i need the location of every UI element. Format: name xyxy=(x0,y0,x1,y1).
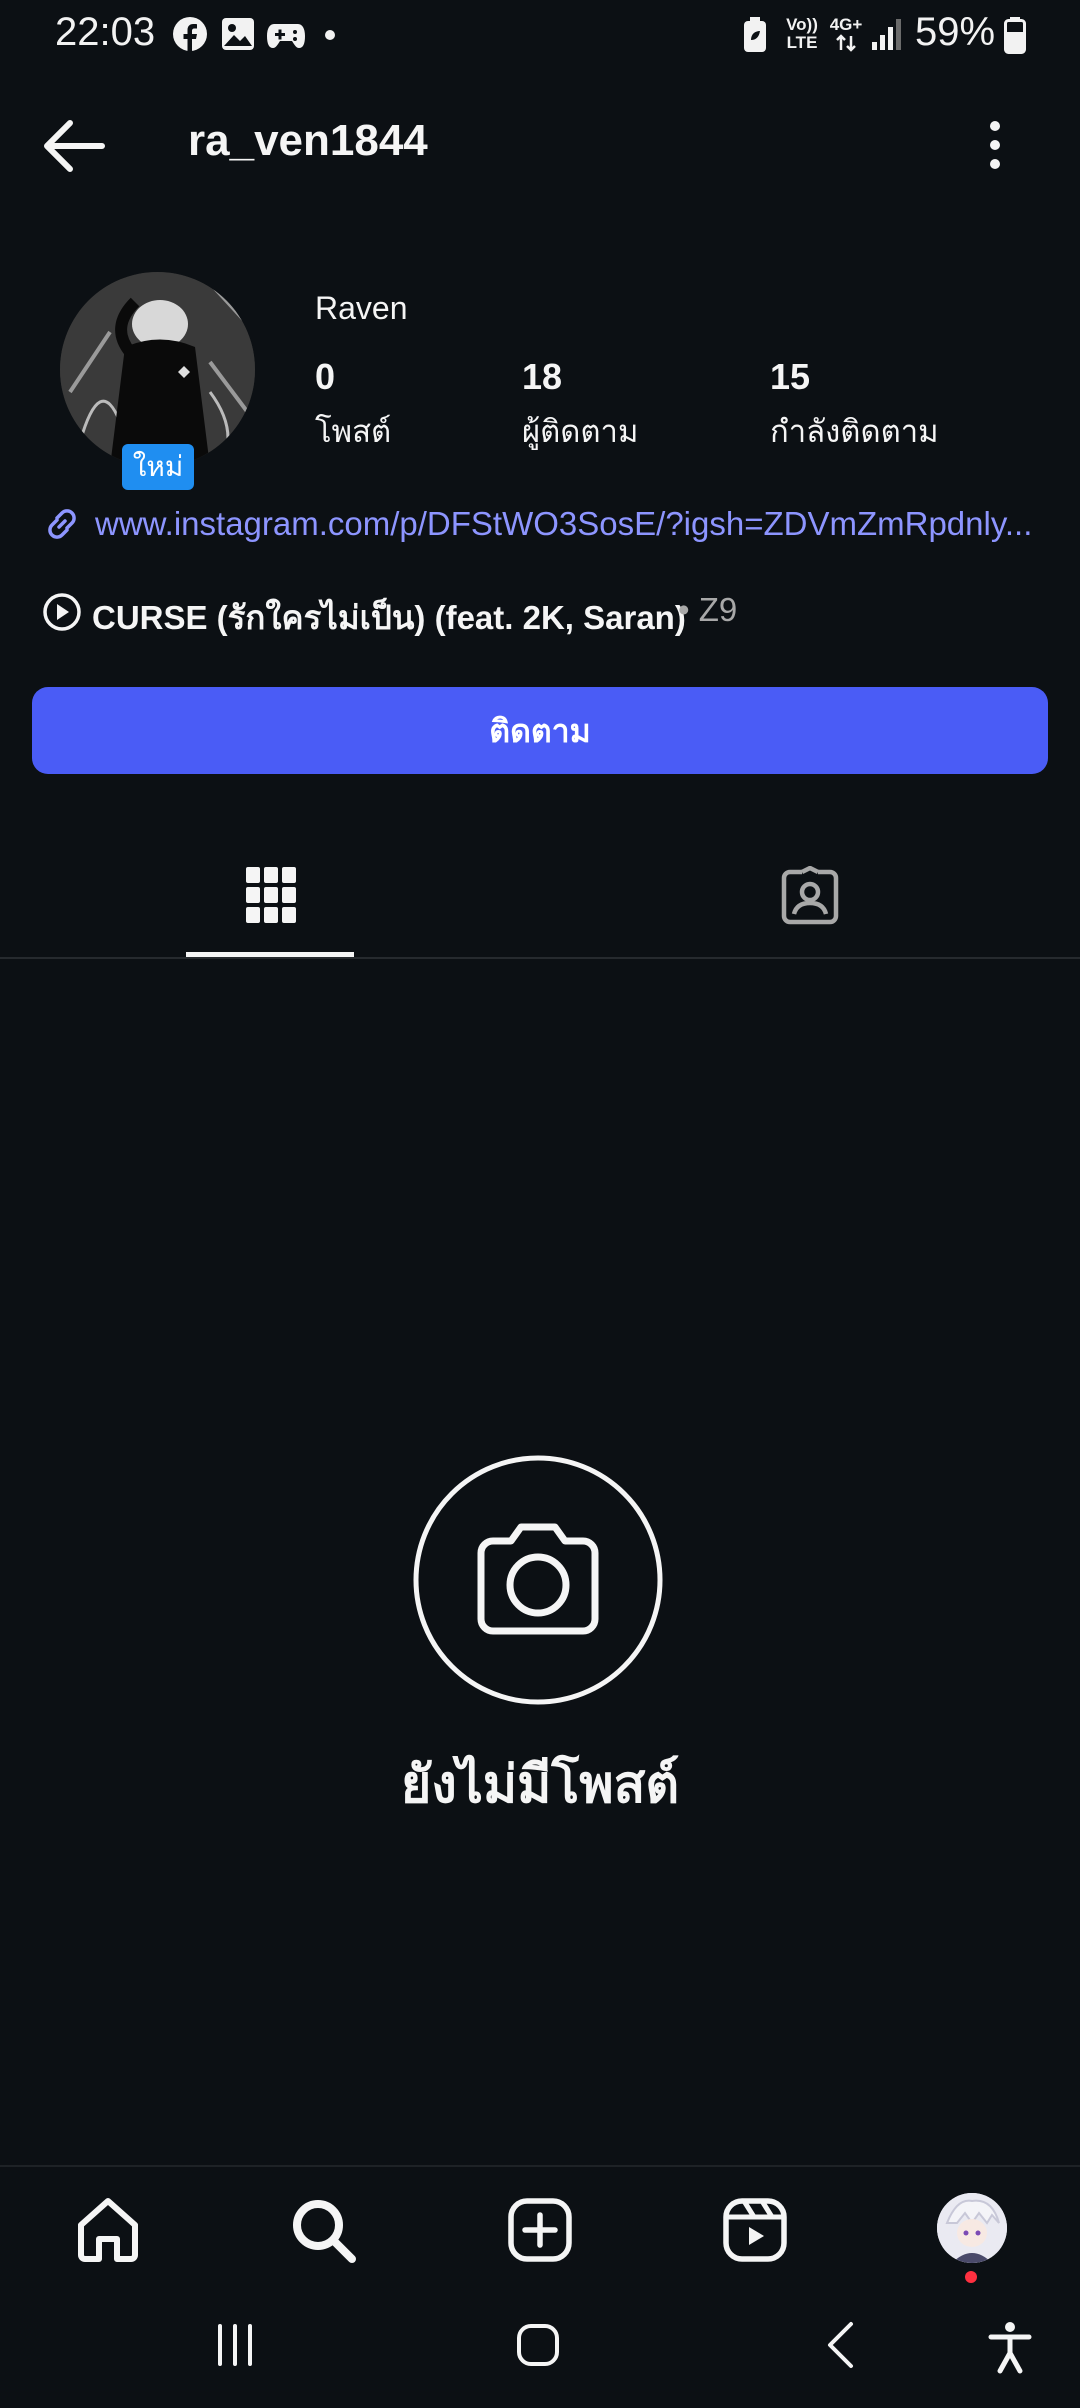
profile-username: ra_ven1844 xyxy=(188,116,428,165)
tab-grid[interactable] xyxy=(186,850,354,960)
avatar-photo xyxy=(60,272,255,467)
more-vertical-icon[interactable] xyxy=(975,118,1015,172)
link-icon xyxy=(48,509,76,539)
network-indicator: 4G+ xyxy=(826,16,866,57)
battery-icon xyxy=(1004,17,1026,54)
posts-label[interactable]: โพสต์ xyxy=(315,406,391,456)
music-artist[interactable]: • Z9 xyxy=(678,591,737,629)
game-controller-icon xyxy=(267,24,305,48)
new-badge: ใหม่ xyxy=(122,444,194,490)
followers-count[interactable]: 18 xyxy=(522,356,562,398)
profile-avatar-nav[interactable] xyxy=(937,2193,1007,2263)
status-time: 22:03 xyxy=(55,10,156,54)
tabs-divider xyxy=(0,957,1080,959)
create-icon[interactable] xyxy=(505,2195,575,2265)
follow-button[interactable]: ติดตาม xyxy=(32,687,1048,774)
dot-icon xyxy=(325,30,335,40)
volte-top-text: Vo)) xyxy=(786,15,818,34)
camera-icon xyxy=(413,1455,663,1705)
home-button-icon[interactable] xyxy=(513,2320,563,2370)
system-nav-bar xyxy=(0,2290,1080,2408)
tagged-person-icon xyxy=(781,866,839,925)
facebook-icon xyxy=(173,17,207,52)
nav-avatar-photo xyxy=(937,2193,1007,2263)
profile-avatar[interactable] xyxy=(60,272,255,467)
following-count[interactable]: 15 xyxy=(770,356,810,398)
play-circle-icon xyxy=(43,593,81,631)
grid-icon xyxy=(246,867,296,923)
profile-link[interactable]: www.instagram.com/p/DFStWO3SosE/?igsh=ZD… xyxy=(95,505,1045,543)
home-icon[interactable] xyxy=(73,2195,143,2265)
tab-tagged[interactable] xyxy=(730,850,890,960)
gallery-icon xyxy=(222,18,254,50)
back-button-icon[interactable] xyxy=(818,2320,868,2370)
battery-percentage: 59% xyxy=(915,10,996,54)
data-arrows-icon xyxy=(836,34,856,52)
followers-label[interactable]: ผู้ติดตาม xyxy=(522,406,638,456)
reels-icon[interactable] xyxy=(720,2195,790,2265)
display-name: Raven xyxy=(315,290,408,326)
accessibility-icon[interactable] xyxy=(985,2320,1035,2374)
music-title[interactable]: CURSE (รักใครไม่เป็น) (feat. 2K, Saran) xyxy=(92,591,686,644)
notification-dot xyxy=(965,2271,977,2283)
recent-apps-icon[interactable] xyxy=(210,2320,260,2370)
status-bar: 22:03 Vo)) LTE 4G+ 59% xyxy=(0,0,1080,70)
volte-bottom-text: LTE xyxy=(786,33,818,52)
no-posts-text: ยังไม่มีโพสต์ xyxy=(400,1756,680,1814)
network-type: 4G+ xyxy=(829,15,863,34)
bottom-nav xyxy=(0,2165,1080,2292)
following-label[interactable]: กำลังติดตาม xyxy=(770,406,939,456)
signal-icon xyxy=(872,19,901,50)
arrow-left-icon[interactable] xyxy=(40,115,110,177)
volte-indicator: Vo)) LTE xyxy=(782,16,822,52)
battery-saver-icon xyxy=(744,17,766,52)
search-icon[interactable] xyxy=(288,2195,358,2265)
posts-count[interactable]: 0 xyxy=(315,356,335,398)
